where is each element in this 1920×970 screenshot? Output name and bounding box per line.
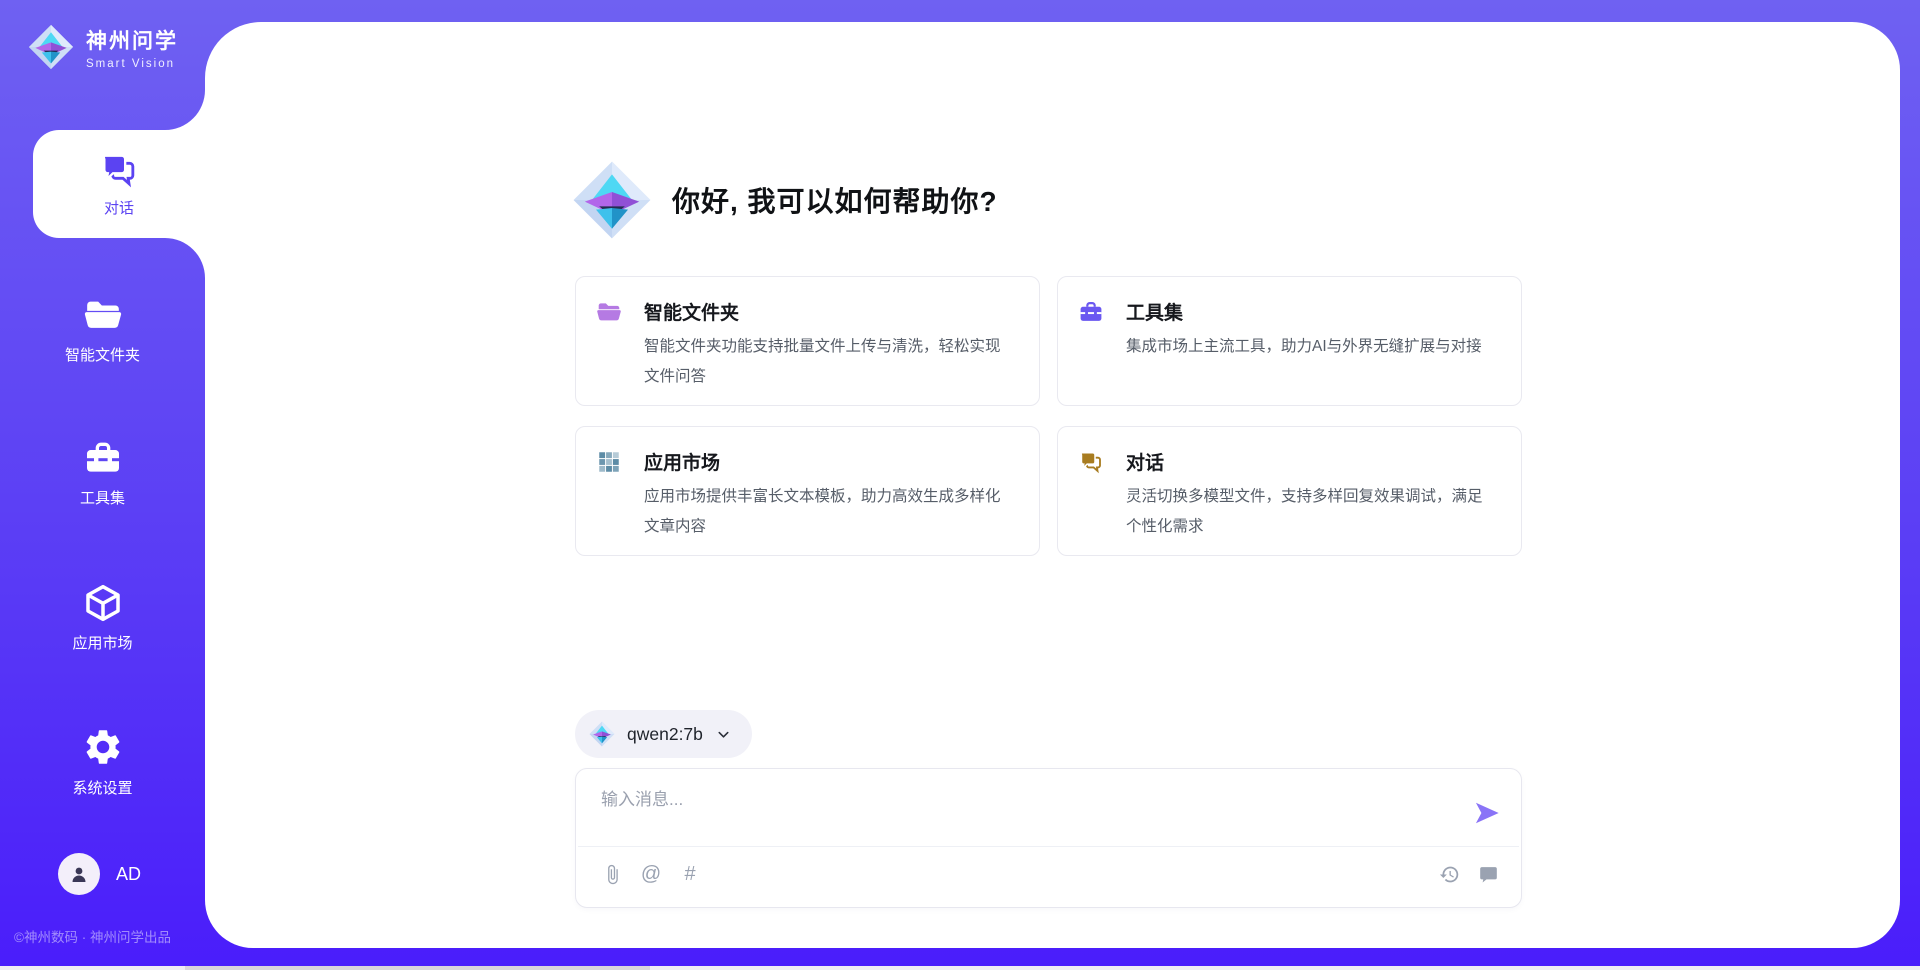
topic-button[interactable]: # (679, 862, 701, 886)
diamond-logo-icon (589, 721, 615, 747)
card-description: 应用市场提供丰富长文本模板，助力高效生成多样化文章内容 (644, 482, 1015, 542)
card-smart-folder[interactable]: 智能文件夹 智能文件夹功能支持批量文件上传与清洗，轻松实现文件问答 (575, 276, 1040, 406)
tab-connector-top (165, 88, 205, 130)
sidebar-item-label: 智能文件夹 (65, 344, 140, 365)
message-input[interactable] (601, 785, 1441, 841)
sidebar-item-toolset[interactable]: 工具集 (0, 418, 205, 528)
attach-file-button[interactable] (601, 862, 623, 886)
history-button[interactable] (1438, 862, 1460, 886)
cube-icon (83, 583, 123, 623)
copyright-text: ©神州数码 · 神州问学出品 (14, 926, 171, 946)
card-title: 应用市场 (644, 448, 720, 475)
sidebar-item-label: 系统设置 (72, 777, 132, 798)
composer-divider (578, 846, 1519, 847)
card-description: 灵活切换多模型文件，支持多样回复效果调试，满足个性化需求 (1126, 482, 1497, 542)
chevron-down-icon (715, 726, 732, 743)
composer-toolbar: @ # (601, 862, 1499, 886)
card-title: 对话 (1126, 448, 1164, 475)
greeting-title: 你好, 我可以如何帮助你? (672, 180, 998, 220)
card-app-market[interactable]: 应用市场 应用市场提供丰富长文本模板，助力高效生成多样化文章内容 (575, 426, 1040, 556)
card-description: 智能文件夹功能支持批量文件上传与清洗，轻松实现文件问答 (644, 332, 1015, 392)
brand-logo: 神州问学 Smart Vision (28, 24, 178, 70)
avatar (58, 853, 100, 895)
card-title: 工具集 (1126, 298, 1183, 325)
diamond-logo-icon (28, 24, 74, 70)
model-name: qwen2:7b (627, 724, 703, 745)
brand-subtitle: Smart Vision (86, 58, 178, 70)
history-icon (1439, 864, 1460, 885)
user-profile[interactable]: AD (58, 853, 141, 895)
user-initials: AD (116, 864, 141, 885)
sidebar-item-app-market[interactable]: 应用市场 (0, 563, 205, 673)
sidebar-item-chat[interactable]: 对话 (33, 130, 205, 238)
card-description: 集成市场上主流工具，助力AI与外界无缝扩展与对接 (1126, 332, 1497, 362)
grid-icon (596, 449, 622, 475)
sidebar-item-settings[interactable]: 系统设置 (0, 707, 205, 817)
chat-bubbles-icon (1078, 449, 1104, 475)
tab-connector-bottom (165, 238, 205, 280)
send-arrow-icon (1473, 799, 1501, 827)
conversation-button[interactable] (1477, 862, 1499, 886)
paperclip-icon (602, 864, 623, 885)
send-button[interactable] (1473, 799, 1501, 827)
chat-bubbles-icon (99, 150, 139, 190)
horizontal-scrollbar-track (0, 966, 1920, 970)
gear-icon (82, 726, 124, 768)
at-sign-icon: @ (641, 864, 661, 884)
brand-name: 神州问学 (86, 25, 178, 55)
model-selector[interactable]: qwen2:7b (575, 710, 752, 758)
horizontal-scrollbar-thumb[interactable] (185, 966, 650, 970)
feature-cards: 智能文件夹 智能文件夹功能支持批量文件上传与清洗，轻松实现文件问答 工具集 集成… (575, 276, 1522, 556)
toolbox-icon (1078, 299, 1104, 325)
greeting-block: 你好, 我可以如何帮助你? (572, 160, 998, 240)
sidebar-item-label: 应用市场 (72, 632, 132, 653)
sidebar: 神州问学 Smart Vision 对话 智能文件夹 工具集 应用市场 系统设置 (0, 0, 205, 970)
message-composer: @ # (575, 768, 1522, 908)
sidebar-item-label: 工具集 (80, 487, 125, 508)
person-icon (67, 862, 91, 886)
mention-button[interactable]: @ (640, 862, 662, 886)
sidebar-item-label: 对话 (104, 197, 134, 218)
diamond-logo-icon (572, 160, 652, 240)
card-chat[interactable]: 对话 灵活切换多模型文件，支持多样回复效果调试，满足个性化需求 (1057, 426, 1522, 556)
chat-square-icon (1478, 864, 1499, 885)
folder-icon (596, 299, 622, 325)
hash-icon: # (684, 864, 695, 884)
sidebar-item-smart-folder[interactable]: 智能文件夹 (0, 275, 205, 385)
card-title: 智能文件夹 (644, 298, 739, 325)
folder-icon (83, 295, 123, 335)
card-toolset[interactable]: 工具集 集成市场上主流工具，助力AI与外界无缝扩展与对接 (1057, 276, 1522, 406)
toolbox-icon (83, 438, 123, 478)
